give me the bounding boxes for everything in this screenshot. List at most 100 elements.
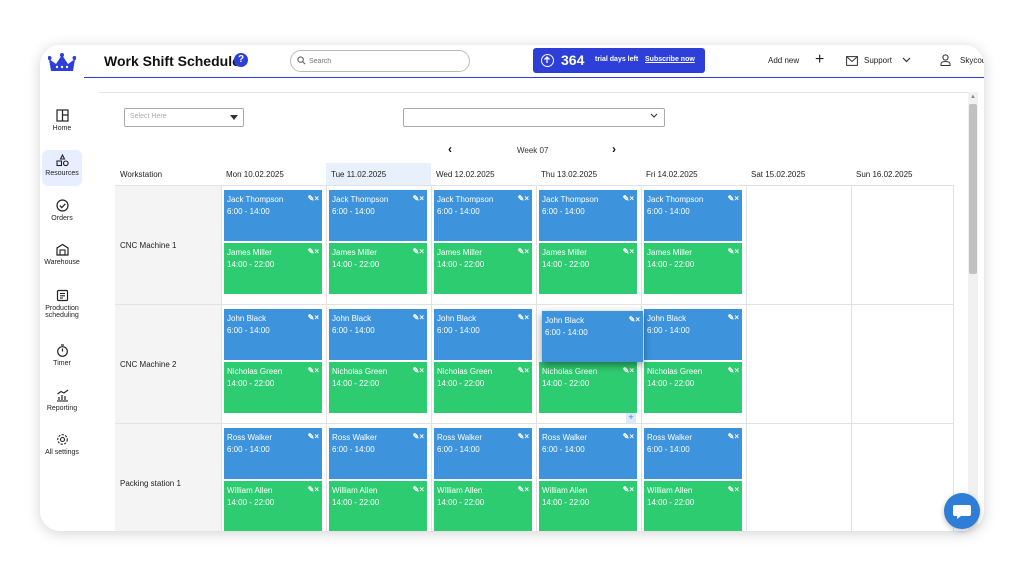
edit-delete-icon[interactable]: ✎× xyxy=(413,431,424,443)
shift-card[interactable]: William Allen 14:00 - 22:00 ✎× xyxy=(434,481,532,531)
edit-delete-icon[interactable]: ✎× xyxy=(728,365,739,377)
edit-delete-icon[interactable]: ✎× xyxy=(413,484,424,496)
edit-delete-icon[interactable]: ✎× xyxy=(623,365,634,377)
shift-card[interactable]: Jack Thompson 6:00 - 14:00 ✎× xyxy=(329,190,427,241)
shift-card[interactable]: Ross Walker 6:00 - 14:00 ✎× xyxy=(434,428,532,479)
shift-card[interactable]: Nicholas Green 14:00 - 22:00 ✎× xyxy=(434,362,532,413)
shift-card[interactable]: John Black 6:00 - 14:00 ✎× xyxy=(434,309,532,360)
shift-card[interactable]: John Black 6:00 - 14:00 ✎× xyxy=(542,311,643,362)
support-menu[interactable]: Support xyxy=(864,56,892,65)
edit-delete-icon[interactable]: ✎× xyxy=(308,431,319,443)
edit-delete-icon[interactable]: ✎× xyxy=(623,484,634,496)
sidebar-item-production-scheduling[interactable]: Production scheduling xyxy=(42,285,82,329)
edit-delete-icon[interactable]: ✎× xyxy=(623,193,634,205)
shift-time: 6:00 - 14:00 xyxy=(437,207,480,216)
trial-banner[interactable]: 364 trial days left Subscribe now xyxy=(533,48,705,73)
edit-delete-icon[interactable]: ✎× xyxy=(623,431,634,443)
shift-card[interactable]: James Miller 14:00 - 22:00 ✎× xyxy=(224,243,322,294)
shift-card[interactable]: William Allen 14:00 - 22:00 ✎× xyxy=(539,481,637,531)
edit-delete-icon[interactable]: ✎× xyxy=(728,484,739,496)
shift-card[interactable]: John Black 6:00 - 14:00 ✎× xyxy=(329,309,427,360)
shift-card[interactable]: Ross Walker 6:00 - 14:00 ✎× xyxy=(539,428,637,479)
shift-card[interactable]: William Allen 14:00 - 22:00 ✎× xyxy=(644,481,742,531)
search-input[interactable] xyxy=(309,54,459,68)
shift-employee: Ross Walker xyxy=(437,433,483,442)
shift-card[interactable]: Jack Thompson 6:00 - 14:00 ✎× xyxy=(224,190,322,241)
crown-logo-icon[interactable] xyxy=(48,53,76,75)
edit-delete-icon[interactable]: ✎× xyxy=(413,246,424,258)
edit-delete-icon[interactable]: ✎× xyxy=(413,365,424,377)
edit-delete-icon[interactable]: ✎× xyxy=(629,314,640,326)
edit-delete-icon[interactable]: ✎× xyxy=(728,193,739,205)
chevron-down-icon[interactable] xyxy=(902,57,911,63)
scrollbar-thumb[interactable] xyxy=(969,104,977,274)
shift-card[interactable]: Jack Thompson 6:00 - 14:00 ✎× xyxy=(644,190,742,241)
sidebar-item-reporting[interactable]: Reporting xyxy=(42,385,82,421)
chat-icon xyxy=(953,505,971,519)
edit-delete-icon[interactable]: ✎× xyxy=(308,365,319,377)
column-header-day: Thu 13.02.2025 xyxy=(541,170,598,179)
shift-card[interactable]: Jack Thompson 6:00 - 14:00 ✎× xyxy=(539,190,637,241)
sidebar-item-all-settings[interactable]: All settings xyxy=(42,429,82,465)
sidebar-item-resources[interactable]: Resources xyxy=(42,150,82,186)
shift-card[interactable]: Nicholas Green 14:00 - 22:00 ✎× xyxy=(329,362,427,413)
sidebar-item-warehouse[interactable]: Warehouse xyxy=(42,239,82,275)
shift-card[interactable]: James Miller 14:00 - 22:00 ✎× xyxy=(434,243,532,294)
next-week-button[interactable]: › xyxy=(612,142,616,156)
edit-delete-icon[interactable]: ✎× xyxy=(623,246,634,258)
edit-delete-icon[interactable]: ✎× xyxy=(308,193,319,205)
previous-week-button[interactable]: ‹ xyxy=(448,142,452,156)
edit-delete-icon[interactable]: ✎× xyxy=(308,312,319,324)
edit-delete-icon[interactable]: ✎× xyxy=(413,193,424,205)
add-new-button[interactable]: Add new xyxy=(768,56,799,65)
scroll-up-icon[interactable]: ▲ xyxy=(970,94,976,100)
shift-employee: William Allen xyxy=(227,486,273,495)
shift-card[interactable]: Nicholas Green 14:00 - 22:00 ✎× xyxy=(644,362,742,413)
add-shift-icon[interactable]: + xyxy=(626,413,636,423)
vertical-scrollbar[interactable]: ▲ xyxy=(968,92,978,531)
shift-employee: James Miller xyxy=(437,248,482,257)
shift-card[interactable]: John Black 6:00 - 14:00 ✎× xyxy=(644,309,742,360)
shift-card[interactable]: William Allen 14:00 - 22:00 ✎× xyxy=(224,481,322,531)
sidebar-item-timer[interactable]: Timer xyxy=(42,340,82,376)
shift-card[interactable]: Ross Walker 6:00 - 14:00 ✎× xyxy=(224,428,322,479)
shift-time: 14:00 - 22:00 xyxy=(332,379,380,388)
plus-icon[interactable]: + xyxy=(815,51,824,69)
mail-icon xyxy=(846,56,858,66)
search-box[interactable] xyxy=(290,50,470,72)
shift-card[interactable]: Nicholas Green 14:00 - 22:00 ✎× xyxy=(224,362,322,413)
edit-delete-icon[interactable]: ✎× xyxy=(518,246,529,258)
subscribe-link[interactable]: Subscribe now xyxy=(645,56,695,63)
shift-employee: Ross Walker xyxy=(332,433,378,442)
edit-delete-icon[interactable]: ✎× xyxy=(518,431,529,443)
shift-card[interactable]: James Miller 14:00 - 22:00 ✎× xyxy=(539,243,637,294)
help-icon[interactable]: ? xyxy=(234,53,248,67)
edit-delete-icon[interactable]: ✎× xyxy=(518,365,529,377)
edit-delete-icon[interactable]: ✎× xyxy=(728,431,739,443)
edit-delete-icon[interactable]: ✎× xyxy=(518,193,529,205)
shift-card[interactable]: James Miller 14:00 - 22:00 ✎× xyxy=(329,243,427,294)
edit-delete-icon[interactable]: ✎× xyxy=(308,484,319,496)
shift-card[interactable]: William Allen 14:00 - 22:00 ✎× xyxy=(329,481,427,531)
shift-card[interactable]: James Miller 14:00 - 22:00 ✎× xyxy=(644,243,742,294)
shift-card[interactable]: John Black 6:00 - 14:00 ✎× xyxy=(224,309,322,360)
edit-delete-icon[interactable]: ✎× xyxy=(413,312,424,324)
shift-employee: Jack Thompson xyxy=(437,195,494,204)
edit-delete-icon[interactable]: ✎× xyxy=(308,246,319,258)
edit-delete-icon[interactable]: ✎× xyxy=(518,312,529,324)
shift-card[interactable]: Ross Walker 6:00 - 14:00 ✎× xyxy=(644,428,742,479)
chevron-down-icon xyxy=(650,113,658,118)
workstation-select[interactable]: Select Here xyxy=(124,108,244,127)
sidebar-item-home[interactable]: Home xyxy=(42,105,82,141)
sidebar-item-orders[interactable]: Orders xyxy=(42,195,82,231)
shift-card[interactable]: Ross Walker 6:00 - 14:00 ✎× xyxy=(329,428,427,479)
chat-button[interactable] xyxy=(944,493,980,529)
shift-card[interactable]: Jack Thompson 6:00 - 14:00 ✎× xyxy=(434,190,532,241)
edit-delete-icon[interactable]: ✎× xyxy=(728,312,739,324)
filter-select[interactable] xyxy=(403,108,665,127)
edit-delete-icon[interactable]: ✎× xyxy=(728,246,739,258)
shift-card[interactable]: Nicholas Green 14:00 - 22:00 ✎× xyxy=(539,362,637,413)
edit-delete-icon[interactable]: ✎× xyxy=(518,484,529,496)
shift-time: 14:00 - 22:00 xyxy=(332,498,380,507)
user-menu[interactable]: Skycode xyxy=(960,56,984,65)
